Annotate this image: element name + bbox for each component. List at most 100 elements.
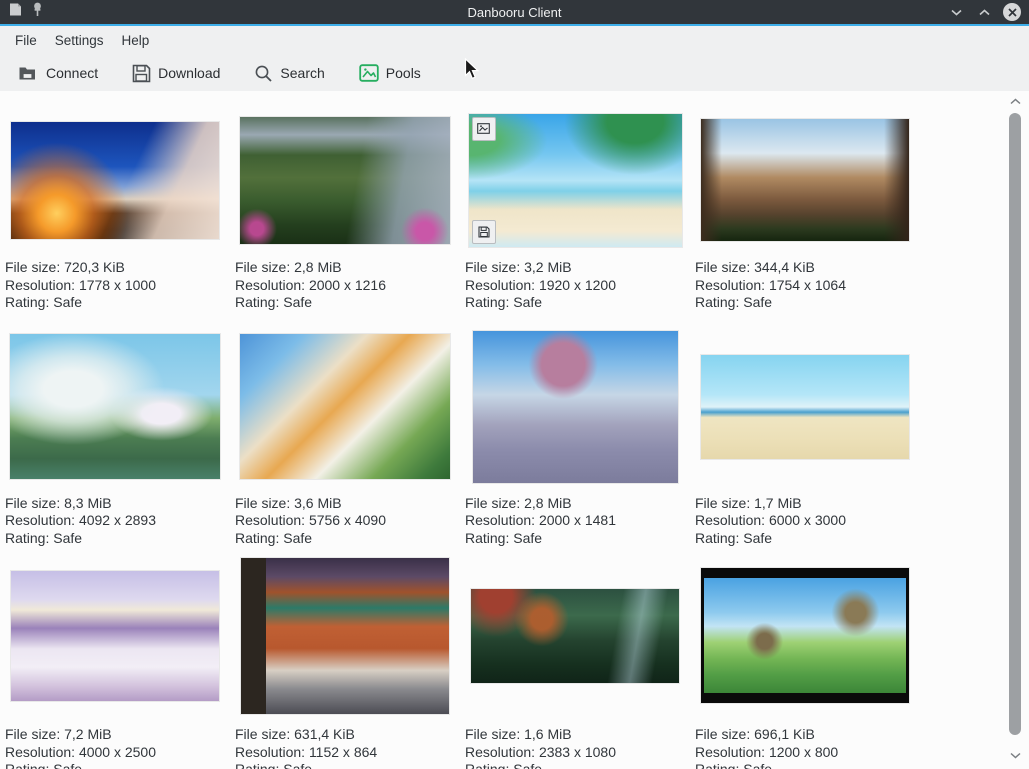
file-size-label: File size: bbox=[695, 495, 750, 511]
file-size-label: File size: bbox=[465, 495, 520, 511]
post-metadata: File size: 3,6 MiB Resolution: 5756 x 40… bbox=[230, 495, 460, 548]
post-metadata: File size: 720,3 KiB Resolution: 1778 x … bbox=[0, 259, 230, 312]
minimize-button[interactable] bbox=[947, 3, 965, 21]
file-size-value: 8,3 MiB bbox=[64, 495, 111, 511]
resolution-value: 4092 x 2893 bbox=[79, 512, 156, 528]
resolution-value: 1152 x 864 bbox=[309, 744, 377, 760]
rating-value: Safe bbox=[283, 761, 312, 769]
view-image-button[interactable] bbox=[472, 117, 496, 141]
save-icon bbox=[132, 64, 151, 83]
post-grid: File size: 720,3 KiB Resolution: 1778 x … bbox=[0, 91, 1003, 769]
post-thumbnail-area bbox=[460, 557, 690, 714]
post-thumbnail[interactable] bbox=[701, 355, 909, 459]
resolution-label: Resolution: bbox=[465, 744, 535, 760]
scrollbar-thumb[interactable] bbox=[1009, 113, 1021, 735]
rating-value: Safe bbox=[743, 761, 772, 769]
post-thumbnail[interactable] bbox=[240, 334, 450, 479]
pools-label: Pools bbox=[386, 65, 421, 81]
file-size-label: File size: bbox=[5, 495, 60, 511]
post-thumbnail-area bbox=[0, 331, 230, 483]
resolution-label: Resolution: bbox=[695, 277, 765, 293]
post-card[interactable]: File size: 7,2 MiB Resolution: 4000 x 25… bbox=[0, 557, 230, 769]
post-metadata: File size: 1,6 MiB Resolution: 2383 x 10… bbox=[460, 726, 690, 769]
rating-value: Safe bbox=[513, 294, 542, 310]
post-thumbnail[interactable] bbox=[10, 334, 220, 479]
save-icon bbox=[478, 226, 490, 238]
search-button[interactable]: Search bbox=[248, 60, 330, 87]
post-thumbnail[interactable] bbox=[471, 589, 679, 683]
post-thumbnail[interactable] bbox=[11, 122, 219, 239]
menu-file[interactable]: File bbox=[6, 29, 46, 52]
resolution-label: Resolution: bbox=[465, 512, 535, 528]
file-size-label: File size: bbox=[465, 259, 520, 275]
file-size-label: File size: bbox=[695, 259, 750, 275]
post-thumbnail[interactable] bbox=[469, 114, 682, 247]
rating-value: Safe bbox=[53, 761, 82, 769]
menu-help[interactable]: Help bbox=[113, 29, 159, 52]
post-card[interactable]: File size: 344,4 KiB Resolution: 1754 x … bbox=[690, 113, 920, 312]
post-card[interactable]: File size: 1,6 MiB Resolution: 2383 x 10… bbox=[460, 557, 690, 769]
pools-button[interactable]: Pools bbox=[353, 60, 427, 86]
post-card[interactable]: File size: 2,8 MiB Resolution: 2000 x 14… bbox=[460, 331, 690, 548]
post-card[interactable]: File size: 3,2 MiB Resolution: 1920 x 12… bbox=[460, 113, 690, 312]
download-button[interactable]: Download bbox=[126, 60, 226, 87]
post-thumbnail-area bbox=[690, 557, 920, 714]
post-card[interactable]: File size: 2,8 MiB Resolution: 2000 x 12… bbox=[230, 113, 460, 312]
connect-button[interactable]: Connect bbox=[12, 60, 104, 86]
save-image-button[interactable] bbox=[472, 220, 496, 244]
connect-label: Connect bbox=[46, 65, 98, 81]
rating-label: Rating: bbox=[695, 294, 739, 310]
image-icon bbox=[359, 64, 379, 82]
post-thumbnail-area bbox=[0, 557, 230, 714]
resolution-value: 5756 x 4090 bbox=[309, 512, 386, 528]
post-metadata: File size: 8,3 MiB Resolution: 4092 x 28… bbox=[0, 495, 230, 548]
post-thumbnail-area bbox=[460, 331, 690, 483]
file-size-value: 631,4 KiB bbox=[294, 726, 355, 742]
download-label: Download bbox=[158, 65, 220, 81]
toolbar: Connect Download Search Pools bbox=[0, 55, 1029, 91]
file-size-label: File size: bbox=[235, 259, 290, 275]
rating-value: Safe bbox=[53, 294, 82, 310]
post-card[interactable]: File size: 631,4 KiB Resolution: 1152 x … bbox=[230, 557, 460, 769]
post-thumbnail[interactable] bbox=[241, 558, 449, 714]
rating-label: Rating: bbox=[465, 294, 509, 310]
resolution-value: 2000 x 1216 bbox=[309, 277, 386, 293]
vertical-scrollbar[interactable] bbox=[1003, 91, 1029, 769]
close-icon bbox=[1003, 3, 1021, 21]
scroll-down-arrow-icon[interactable] bbox=[1009, 750, 1021, 760]
resolution-label: Resolution: bbox=[5, 512, 75, 528]
post-thumbnail[interactable] bbox=[473, 331, 678, 483]
maximize-button[interactable] bbox=[975, 3, 993, 21]
resolution-value: 1200 x 800 bbox=[769, 744, 838, 760]
titlebar[interactable]: Danbooru Client bbox=[0, 0, 1029, 26]
file-size-label: File size: bbox=[5, 726, 60, 742]
post-thumbnail[interactable] bbox=[701, 119, 909, 241]
post-metadata: File size: 2,8 MiB Resolution: 2000 x 12… bbox=[230, 259, 460, 312]
file-size-label: File size: bbox=[5, 259, 60, 275]
post-thumbnail[interactable] bbox=[701, 568, 909, 703]
post-thumbnail-area bbox=[230, 557, 460, 714]
file-size-label: File size: bbox=[235, 726, 290, 742]
post-card[interactable]: File size: 720,3 KiB Resolution: 1778 x … bbox=[0, 113, 230, 312]
post-card[interactable]: File size: 8,3 MiB Resolution: 4092 x 28… bbox=[0, 331, 230, 548]
menu-settings[interactable]: Settings bbox=[46, 29, 113, 52]
post-card[interactable]: File size: 1,7 MiB Resolution: 6000 x 30… bbox=[690, 331, 920, 548]
rating-label: Rating: bbox=[5, 294, 49, 310]
post-card[interactable]: File size: 3,6 MiB Resolution: 5756 x 40… bbox=[230, 331, 460, 548]
post-thumbnail[interactable] bbox=[240, 117, 450, 244]
post-card[interactable]: File size: 696,1 KiB Resolution: 1200 x … bbox=[690, 557, 920, 769]
close-button[interactable] bbox=[1003, 3, 1021, 21]
resolution-value: 1778 x 1000 bbox=[79, 277, 156, 293]
file-size-value: 3,2 MiB bbox=[524, 259, 571, 275]
pin-icon[interactable] bbox=[32, 2, 43, 22]
search-icon bbox=[254, 64, 273, 83]
rating-label: Rating: bbox=[235, 761, 279, 769]
post-thumbnail-area bbox=[230, 113, 460, 247]
file-size-value: 1,6 MiB bbox=[524, 726, 571, 742]
post-metadata: File size: 344,4 KiB Resolution: 1754 x … bbox=[690, 259, 920, 312]
rating-label: Rating: bbox=[5, 761, 49, 769]
rating-value: Safe bbox=[743, 530, 772, 546]
post-thumbnail-area bbox=[460, 113, 690, 247]
scroll-up-arrow-icon[interactable] bbox=[1009, 96, 1021, 106]
post-thumbnail[interactable] bbox=[11, 571, 219, 701]
